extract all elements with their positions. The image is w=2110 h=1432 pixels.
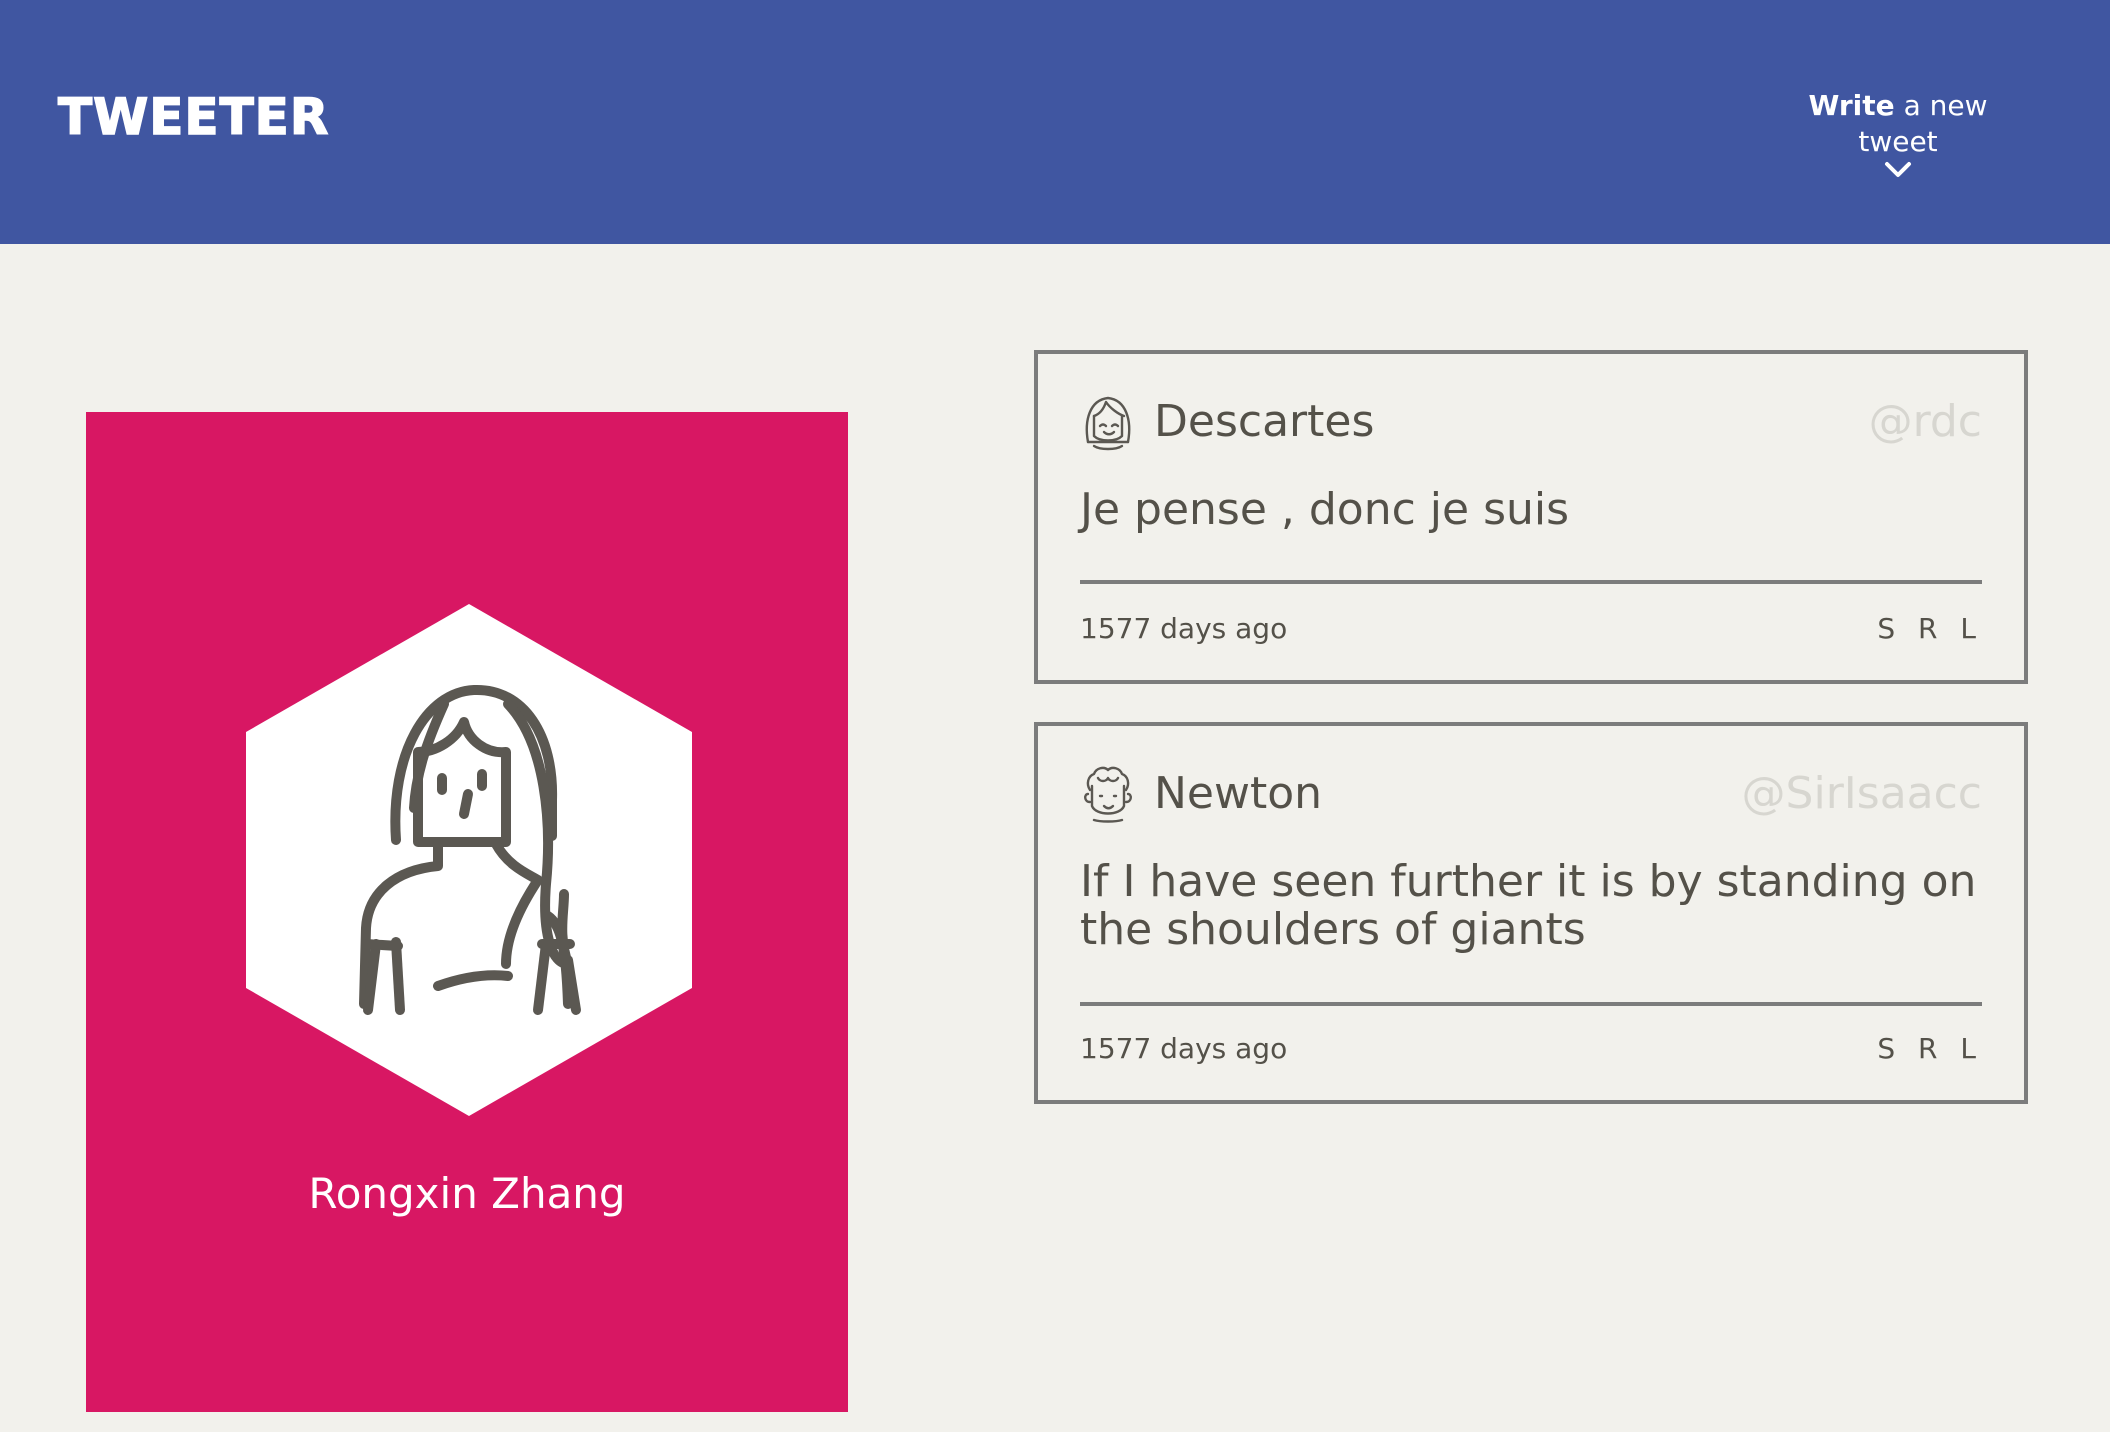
avatar-curly-hair-icon — [1084, 766, 1132, 823]
profile-name: Rongxin Zhang — [308, 1169, 626, 1218]
tweet-author-handle[interactable]: @SirIsaacc — [1742, 768, 1982, 820]
avatar-girl-icon — [1085, 396, 1131, 451]
profile-card: Rongxin Zhang — [86, 412, 848, 1412]
like-action[interactable]: L — [1960, 1032, 1982, 1065]
tweet-card: Descartes @rdc Je pense , donc je suis 1… — [1034, 350, 2028, 684]
user-avatar-icon — [246, 604, 692, 1116]
tweet-author-name: Newton — [1154, 768, 1323, 819]
tweet-text: Je pense , donc je suis — [1080, 484, 1570, 535]
tweet-divider — [1080, 580, 1982, 584]
tweet-author-handle[interactable]: @rdc — [1869, 396, 1982, 448]
tweet-timestamp: 1577 days ago — [1080, 1032, 1288, 1065]
tweet-card: Newton @SirIsaacc If I have seen further… — [1034, 722, 2028, 1104]
retweet-action[interactable]: R — [1918, 1032, 1943, 1065]
tweet-divider — [1080, 1002, 1982, 1006]
share-action[interactable]: S — [1877, 612, 1901, 645]
brand-logo[interactable]: TWEETER — [57, 91, 329, 143]
tweet-timestamp: 1577 days ago — [1080, 612, 1288, 645]
write-new-tweet-button[interactable]: Write a new tweet — [1768, 88, 2028, 180]
retweet-action[interactable]: R — [1918, 612, 1943, 645]
top-nav-bar: TWEETER Write a new tweet — [0, 0, 2110, 244]
tweet-text: If I have seen further it is by standing… — [1080, 856, 1977, 955]
compose-label-bold: Write — [1808, 89, 1895, 122]
tweet-actions: S R L — [1875, 612, 1982, 646]
chevron-down-icon[interactable] — [1883, 160, 1913, 180]
like-action[interactable]: L — [1960, 612, 1982, 645]
tweet-actions: S R L — [1875, 1032, 1982, 1066]
share-action[interactable]: S — [1877, 1032, 1901, 1065]
tweet-author-name: Descartes — [1154, 396, 1375, 447]
